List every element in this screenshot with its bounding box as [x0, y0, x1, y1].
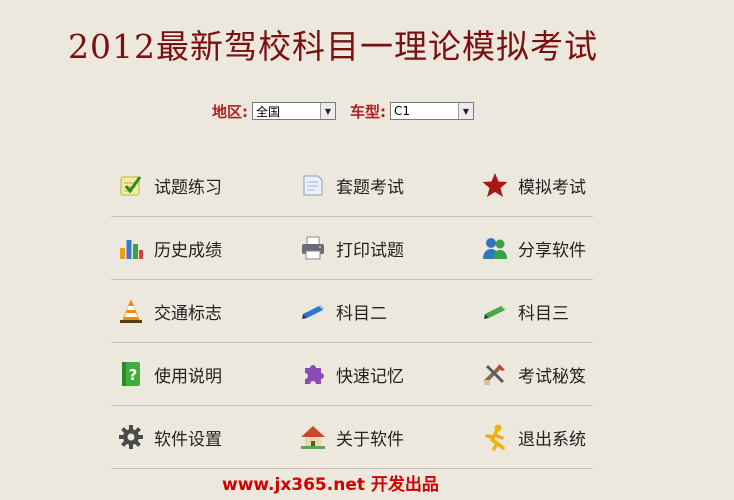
menu-item-exam-tips[interactable]: 考试秘笈 — [481, 360, 586, 388]
traffic-cone-icon — [117, 297, 145, 325]
menu-row: 软件设置 关于软件 退出系统 — [111, 406, 593, 469]
menu-item-quick-memory[interactable]: 快速记忆 — [299, 360, 404, 388]
menu-item-label: 分享软件 — [518, 240, 586, 261]
menu-item-label: 科目二 — [336, 303, 387, 324]
footer-credit[interactable]: www.jx365.net 开发出品 — [222, 470, 439, 495]
menu-item-label: 使用说明 — [154, 366, 222, 387]
menu-item-label: 退出系统 — [518, 429, 586, 450]
menu-item-history[interactable]: 历史成绩 — [117, 234, 222, 262]
paper-icon — [299, 171, 327, 199]
menu-row: 历史成绩 打印试题 分享软件 — [111, 217, 593, 280]
region-select-value: 全国 — [256, 104, 281, 119]
menu-row: 交通标志 科目二 科目三 — [111, 280, 593, 343]
menu-item-about[interactable]: 关于软件 — [299, 423, 404, 451]
menu-item-traffic-signs[interactable]: 交通标志 — [117, 297, 222, 325]
menu-item-label: 模拟考试 — [518, 177, 586, 198]
menu-item-subject-three[interactable]: 科目三 — [481, 297, 569, 325]
cartype-label: 车型: — [350, 102, 386, 121]
menu-item-subject-two[interactable]: 科目二 — [299, 297, 387, 325]
menu-item-label: 打印试题 — [336, 240, 404, 261]
menu-item-mock-exam[interactable]: 模拟考试 — [481, 171, 586, 199]
bar-chart-icon — [117, 234, 145, 262]
menu-item-label: 快速记忆 — [336, 366, 404, 387]
printer-icon — [299, 234, 327, 262]
star-icon — [481, 171, 509, 199]
puzzle-icon — [299, 360, 327, 388]
filter-bar: 地区: 全国 ▼ 车型: C1 ▼ — [212, 101, 474, 121]
menu-item-label: 套题考试 — [336, 177, 404, 198]
menu-item-label: 历史成绩 — [154, 240, 222, 261]
menu-item-practice[interactable]: 试题练习 — [117, 171, 222, 199]
menu-item-print[interactable]: 打印试题 — [299, 234, 404, 262]
menu-item-label: 软件设置 — [154, 429, 222, 450]
running-man-icon — [481, 423, 509, 451]
menu-row: ? 使用说明 快速记忆 考试秘笈 — [111, 343, 593, 406]
menu-item-label: 考试秘笈 — [518, 366, 586, 387]
house-icon — [299, 423, 327, 451]
users-icon — [481, 234, 509, 262]
menu-item-settings[interactable]: 软件设置 — [117, 423, 222, 451]
svg-text:?: ? — [129, 366, 138, 384]
blue-pen-icon — [299, 297, 327, 325]
region-select[interactable]: 全国 ▼ — [252, 102, 336, 120]
chevron-down-icon[interactable]: ▼ — [320, 103, 335, 119]
tools-icon — [481, 360, 509, 388]
notepad-icon — [117, 171, 145, 199]
menu-item-share[interactable]: 分享软件 — [481, 234, 586, 262]
menu-row: 试题练习 套题考试 模拟考试 — [111, 154, 593, 217]
chevron-down-icon[interactable]: ▼ — [458, 103, 473, 119]
menu-grid: 试题练习 套题考试 模拟考试 历史成绩 打印试题 分享软件 交通标志 科目二 科… — [111, 154, 593, 469]
cartype-select-value: C1 — [394, 104, 411, 118]
menu-item-label: 试题练习 — [154, 177, 222, 198]
app-title: 2012最新驾校科目一理论模拟考试 — [68, 27, 598, 66]
menu-item-label: 交通标志 — [154, 303, 222, 324]
menu-item-exit[interactable]: 退出系统 — [481, 423, 586, 451]
cartype-select[interactable]: C1 ▼ — [390, 102, 474, 120]
region-label: 地区: — [212, 102, 248, 121]
menu-item-instructions[interactable]: ? 使用说明 — [117, 360, 222, 388]
gear-icon — [117, 423, 145, 451]
help-icon: ? — [117, 360, 145, 388]
menu-item-label: 科目三 — [518, 303, 569, 324]
green-pen-icon — [481, 297, 509, 325]
menu-item-set-exam[interactable]: 套题考试 — [299, 171, 404, 199]
menu-item-label: 关于软件 — [336, 429, 404, 450]
